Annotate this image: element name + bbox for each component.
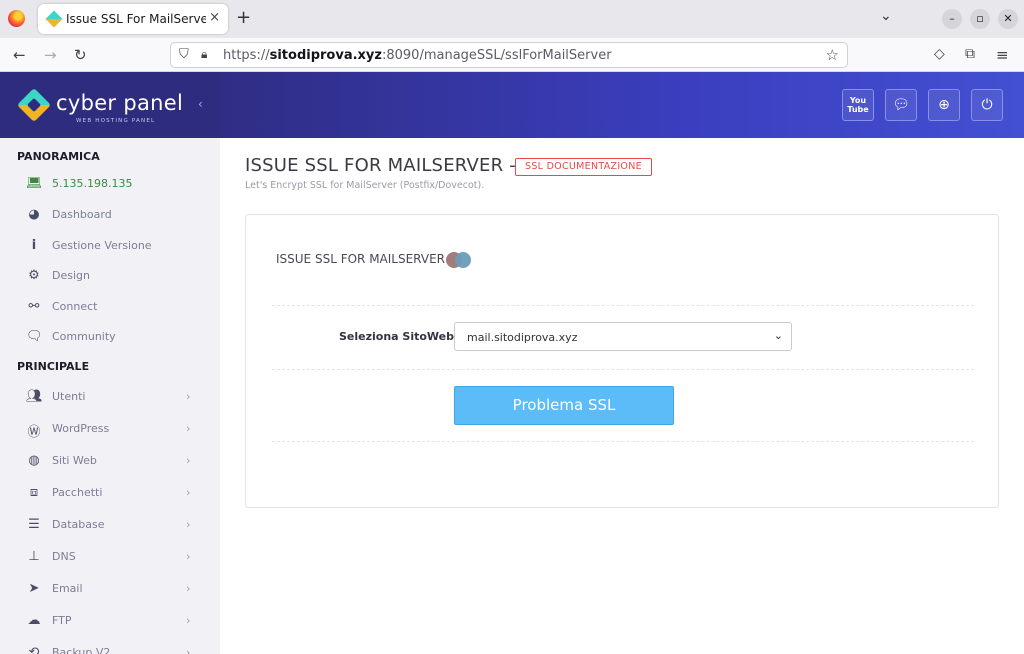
forward-arrow-icon[interactable]: →: [44, 46, 57, 64]
sitemap-icon: ⊥: [28, 549, 40, 564]
globe-icon: ◍: [28, 453, 40, 468]
top-header: You Tube 💬︎ ⊕ ⏻: [220, 72, 1024, 138]
ssl-documentation-link[interactable]: SSL DOCUMENTAZIONE: [515, 158, 652, 176]
shield-icon[interactable]: ⛉: [179, 47, 189, 62]
chat-button[interactable]: 💬︎: [885, 89, 917, 121]
brand-tagline: WEB HOSTING PANEL: [76, 118, 156, 124]
minimize-icon[interactable]: –: [942, 9, 962, 29]
select-website-label: Seleziona SitoWeb: [339, 330, 455, 343]
sidebar-item-wordpress[interactable]: Ⓦ WordPress ›: [0, 415, 220, 443]
paper-plane-icon: ➤: [28, 581, 40, 596]
chevron-right-icon: ›: [186, 422, 191, 435]
back-arrow-icon[interactable]: ←: [13, 46, 26, 64]
sidebar-item-dashboard[interactable]: ◕ Dashboard: [0, 201, 220, 229]
sidebar-item-ftp[interactable]: ☁ FTP ›: [0, 607, 220, 635]
sidebar-item-gestione-versione[interactable]: i Gestione Versione: [0, 232, 220, 260]
gear-icon: ⚙: [28, 268, 40, 283]
close-window-icon[interactable]: ✕: [998, 9, 1018, 29]
browser-nav-bar: ← → ↻ ⛉ 🔒︎ https://sitodiprova.xyz:8090/…: [0, 38, 1024, 72]
chat-icon: 💬︎: [892, 97, 910, 113]
brand-name: cyber panel: [56, 91, 184, 115]
browser-tab[interactable]: Issue SSL For MailServer - ×: [38, 4, 228, 34]
chevron-right-icon: ›: [186, 582, 191, 595]
chevron-right-icon: ›: [186, 550, 191, 563]
sidebar-item-dns[interactable]: ⊥ DNS ›: [0, 543, 220, 571]
extensions-icon[interactable]: ⧉: [965, 46, 975, 62]
sidebar-item-ip[interactable]: 💻︎ 5.135.198.135: [0, 170, 220, 198]
sidebar-collapse-icon[interactable]: ‹: [198, 97, 203, 111]
chevron-down-icon: ⌄: [773, 329, 783, 342]
chevron-right-icon: ›: [186, 614, 191, 627]
url-text[interactable]: https://sitodiprova.xyz:8090/manageSSL/s…: [223, 48, 612, 63]
youtube-button[interactable]: You Tube: [842, 89, 874, 121]
backup-icon: ⟲: [28, 645, 40, 654]
cubes-icon: ⧈: [29, 485, 39, 500]
cyberpanel-favicon-icon: [45, 10, 63, 28]
cloud-upload-icon: ☁: [27, 613, 41, 628]
issue-ssl-button[interactable]: Problema SSL: [454, 386, 674, 425]
sidebar-section-panoramica: PANORAMICA: [17, 150, 100, 163]
issue-ssl-card: ISSUE SSL FOR MAILSERVER Seleziona SitoW…: [245, 214, 999, 508]
support-button[interactable]: ⊕: [928, 89, 960, 121]
chevron-right-icon: ›: [186, 390, 191, 403]
page-subtitle: Let's Encrypt SSL for MailServer (Postfi…: [245, 180, 485, 191]
sidebar-item-siti-web[interactable]: ◍ Siti Web ›: [0, 447, 220, 475]
firefox-icon[interactable]: [8, 10, 25, 27]
cyberpanel-logo-icon: [17, 88, 51, 122]
chevron-right-icon: ›: [186, 646, 191, 654]
new-tab-button[interactable]: +: [236, 7, 251, 28]
website-select-value: mail.sitodiprova.xyz: [467, 331, 578, 344]
brand-area: cyber panel WEB HOSTING PANEL ‹: [0, 72, 220, 138]
sidebar-item-database[interactable]: ☰ Database ›: [0, 511, 220, 539]
menu-icon[interactable]: ≡: [996, 46, 1009, 64]
divider: [272, 305, 974, 306]
reload-icon[interactable]: ↻: [74, 46, 87, 64]
power-icon: ⏻: [981, 97, 993, 113]
tab-close-icon[interactable]: ×: [209, 10, 220, 25]
chevron-right-icon: ›: [186, 518, 191, 531]
list-tabs-chevron-icon[interactable]: ⌄: [880, 8, 892, 24]
divider: [272, 369, 974, 370]
sidebar-item-email[interactable]: ➤ Email ›: [0, 575, 220, 603]
pocket-icon[interactable]: ◇: [934, 46, 945, 62]
info-icon: i: [31, 238, 37, 253]
database-icon: ☰: [28, 517, 40, 532]
logout-button[interactable]: ⏻: [971, 89, 1003, 121]
sidebar-item-community[interactable]: 🗨︎ Community: [0, 323, 220, 351]
sidebar-item-pacchetti[interactable]: ⧈ Pacchetti ›: [0, 479, 220, 507]
browser-tab-bar: Issue SSL For MailServer - × + ⌄ – ▫ ✕: [0, 0, 1024, 38]
sidebar-item-connect[interactable]: ⚯ Connect: [0, 293, 220, 321]
laptop-icon: 💻︎: [26, 176, 43, 191]
website-select[interactable]: mail.sitodiprova.xyz ⌄: [454, 322, 792, 351]
lock-icon[interactable]: 🔒︎: [201, 47, 207, 62]
sidebar-item-utenti[interactable]: 👥︎ Utenti ›: [0, 383, 220, 411]
address-bar[interactable]: ⛉ 🔒︎ https://sitodiprova.xyz:8090/manage…: [170, 42, 848, 68]
wordpress-icon: Ⓦ: [27, 425, 41, 440]
sidebar: PANORAMICA 💻︎ 5.135.198.135 ◕ Dashboard …: [0, 138, 220, 654]
link-icon: ⚯: [28, 299, 40, 314]
comments-icon: 🗨︎: [26, 329, 43, 344]
sidebar-item-backup-v2[interactable]: ⟲ Backup V2 ›: [0, 639, 220, 654]
users-icon: 👥︎: [26, 389, 43, 404]
dashboard-icon: ◕: [28, 207, 40, 222]
lifebuoy-icon: ⊕: [938, 97, 950, 113]
bookmark-star-icon[interactable]: ☆: [826, 46, 839, 64]
tab-title: Issue SSL For MailServer -: [66, 12, 206, 26]
youtube-icon: You Tube: [847, 96, 869, 114]
page-title: ISSUE SSL FOR MAILSERVER -: [245, 155, 516, 176]
sidebar-section-principale: PRINCIPALE: [17, 360, 90, 373]
loading-indicator-icon: [446, 252, 472, 268]
card-heading: ISSUE SSL FOR MAILSERVER: [276, 252, 445, 266]
sidebar-item-design[interactable]: ⚙ Design: [0, 262, 220, 290]
restore-icon[interactable]: ▫: [970, 9, 990, 29]
divider: [272, 441, 974, 442]
chevron-right-icon: ›: [186, 486, 191, 499]
chevron-right-icon: ›: [186, 454, 191, 467]
